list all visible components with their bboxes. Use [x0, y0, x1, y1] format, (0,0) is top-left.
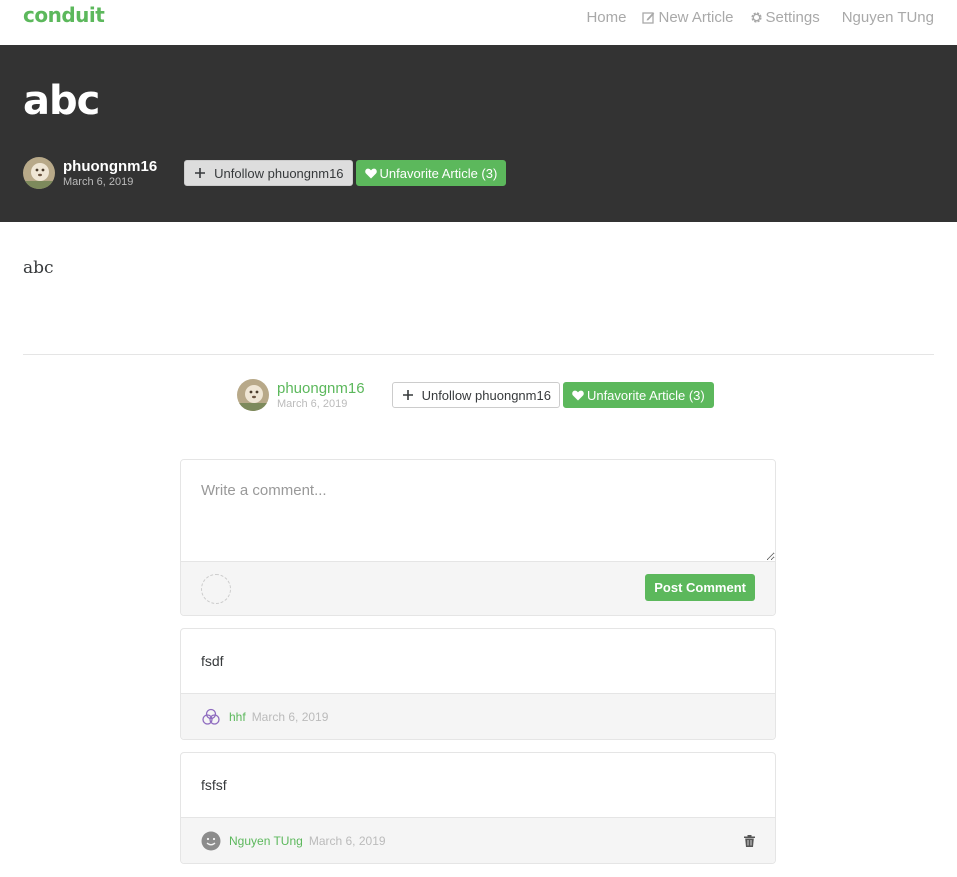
comment-date: March 6, 2019: [251, 709, 329, 724]
comment-author-avatar[interactable]: [201, 707, 221, 727]
edit-icon: [642, 11, 655, 24]
nav-user-label: Nguyen TUng: [841, 8, 934, 26]
article-banner: abc phuongnm16 March 6, 2019 Unfollow ph…: [0, 45, 957, 222]
nav-links: Home New Article Settings Nguyen TUng: [570, 8, 934, 26]
nav-home[interactable]: Home: [586, 8, 626, 26]
author-info: phuongnm16 March 6, 2019: [277, 381, 365, 410]
nav-user-profile[interactable]: Nguyen TUng: [842, 8, 934, 26]
comment-card: fsdf hhf March 6, 2019: [180, 628, 776, 740]
article-meta-top: phuongnm16 March 6, 2019 Unfollow phuong…: [23, 157, 507, 189]
nav-settings-label: Settings: [765, 8, 820, 26]
unfavorite-label: Unfavorite Article (3): [379, 165, 498, 181]
comment-body: fsfsf: [201, 777, 227, 793]
article-title: abc: [23, 78, 100, 124]
nav-new-article[interactable]: New Article: [642, 8, 734, 26]
article-body: abc: [23, 258, 54, 278]
unfollow-button[interactable]: Unfollow phuongnm16: [391, 382, 560, 408]
comment-body: fsdf: [201, 653, 224, 669]
article-date: March 6, 2019: [63, 175, 134, 188]
brand-logo[interactable]: conduit: [23, 3, 105, 27]
nav-home-label: Home: [586, 8, 627, 26]
unfavorite-button[interactable]: Unfavorite Article (3): [562, 382, 714, 408]
article-meta-bottom: phuongnm16 March 6, 2019 Unfollow phuong…: [237, 379, 714, 411]
comment-form-footer: Post Comment: [181, 561, 775, 615]
comment-author[interactable]: Nguyen TUng: [229, 834, 303, 848]
author-name[interactable]: phuongnm16: [63, 159, 157, 174]
comment-date: March 6, 2019: [308, 833, 386, 848]
unfollow-label: Unfollow phuongnm16: [214, 165, 344, 181]
avatar-image: [237, 379, 269, 411]
author-avatar[interactable]: [237, 379, 269, 411]
comment-input[interactable]: [181, 460, 775, 561]
plus-icon: [195, 168, 206, 178]
article-date: March 6, 2019: [277, 397, 348, 410]
post-comment-button[interactable]: Post Comment: [645, 574, 755, 601]
gear-icon: [750, 11, 762, 23]
author-info: phuongnm16 March 6, 2019: [63, 159, 157, 188]
comment-author-avatar[interactable]: [201, 831, 221, 851]
author-name[interactable]: phuongnm16: [277, 381, 365, 396]
current-user-avatar: [201, 574, 231, 604]
trash-icon[interactable]: [744, 835, 755, 847]
nav-new-article-label: New Article: [658, 8, 734, 26]
heart-icon: [572, 390, 584, 400]
article-actions-bottom: Unfollow phuongnm16 Unfavorite Article (…: [391, 382, 714, 408]
plus-icon: [402, 390, 413, 400]
article-actions-top: Unfollow phuongnm16 Unfavorite Article (…: [184, 160, 507, 186]
comment-card: fsfsf Nguyen TUng March 6, 2019: [180, 752, 776, 864]
heart-icon: [364, 168, 377, 178]
nav-settings[interactable]: Settings: [750, 8, 820, 26]
unfavorite-label: Unfavorite Article (3): [586, 387, 705, 403]
author-avatar[interactable]: [23, 157, 55, 189]
navbar: conduit Home New Article Settings Nguyen…: [0, 0, 957, 45]
avatar-image: [23, 157, 55, 189]
unfollow-label: Unfollow phuongnm16: [421, 387, 551, 403]
comment-form: Post Comment: [180, 459, 776, 616]
comment-footer: Nguyen TUng March 6, 2019: [181, 817, 775, 863]
comment-author[interactable]: hhf: [229, 710, 246, 724]
divider: [23, 354, 934, 355]
unfollow-button[interactable]: Unfollow phuongnm16: [184, 160, 353, 186]
comment-footer: hhf March 6, 2019: [181, 693, 775, 739]
unfavorite-button[interactable]: Unfavorite Article (3): [355, 160, 507, 186]
